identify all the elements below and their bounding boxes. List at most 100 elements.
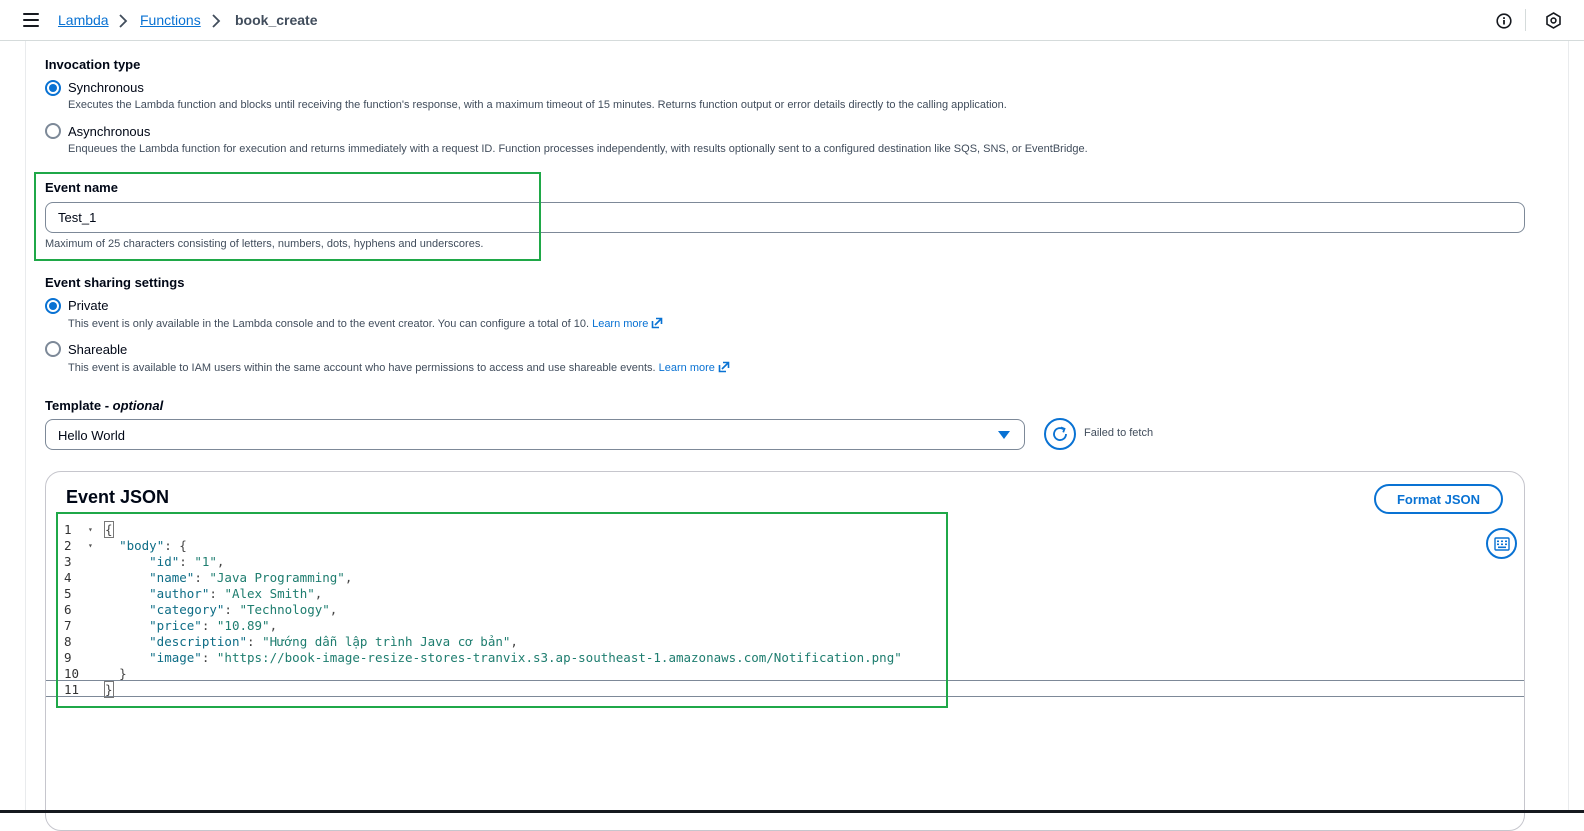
private-learn-more-link[interactable]: Learn more bbox=[592, 318, 648, 330]
code-text: { bbox=[104, 521, 114, 538]
code-line[interactable]: 10 } bbox=[46, 666, 1524, 682]
json-punctuation: , bbox=[329, 602, 338, 617]
refresh-icon bbox=[1053, 426, 1067, 441]
fold-toggle-icon[interactable]: ▾ bbox=[88, 522, 93, 538]
toolbar-divider bbox=[1525, 9, 1526, 31]
json-colon: : bbox=[201, 618, 217, 633]
json-punctuation: } bbox=[119, 666, 127, 681]
invocation-type-label: Invocation type bbox=[45, 57, 141, 72]
json-value: "10.89" bbox=[216, 618, 270, 633]
settings-icon[interactable] bbox=[1545, 12, 1562, 29]
matched-brace: } bbox=[104, 681, 114, 698]
json-punctuation: , bbox=[269, 618, 278, 633]
json-key: "name" bbox=[149, 570, 195, 585]
breadcrumb-functions[interactable]: Functions bbox=[140, 12, 201, 28]
fold-toggle-icon[interactable]: ▾ bbox=[88, 538, 93, 554]
shareable-radio[interactable] bbox=[45, 341, 61, 357]
code-line[interactable]: 11} bbox=[46, 681, 1524, 698]
panel-border bbox=[25, 41, 26, 813]
template-selected-value: Hello World bbox=[58, 428, 125, 443]
code-line[interactable]: 5 "author": "Alex Smith", bbox=[46, 586, 1524, 602]
json-value: "https://book-image-resize-stores-tranvi… bbox=[216, 650, 902, 665]
json-key: "body" bbox=[119, 538, 165, 553]
code-text: "author": "Alex Smith", bbox=[104, 586, 322, 602]
json-colon: : bbox=[194, 570, 210, 585]
caret-down-icon bbox=[998, 431, 1010, 439]
code-text: } bbox=[104, 666, 127, 682]
matched-brace: { bbox=[104, 521, 114, 538]
hamburger-menu-icon[interactable] bbox=[23, 13, 39, 27]
json-value: "Technology" bbox=[239, 602, 330, 617]
top-navigation-bar: Lambda Functions book_create bbox=[0, 0, 1584, 41]
json-key: "category" bbox=[149, 602, 225, 617]
private-label[interactable]: Private bbox=[68, 298, 108, 313]
line-number: 1 bbox=[64, 522, 72, 537]
json-punctuation: , bbox=[344, 570, 353, 585]
code-line[interactable]: 9 "image": "https://book-image-resize-st… bbox=[46, 650, 1524, 666]
asynchronous-label[interactable]: Asynchronous bbox=[68, 124, 150, 139]
json-colon: : bbox=[209, 586, 225, 601]
event-json-title: Event JSON bbox=[66, 487, 170, 507]
synchronous-radio[interactable] bbox=[45, 80, 61, 96]
code-line[interactable]: 3 "id": "1", bbox=[46, 554, 1524, 570]
json-code-editor[interactable]: 1 ▾{2 ▾ "body": {3 "id": "1", 4 "name": "Ja… bbox=[46, 520, 1524, 700]
template-optional-text: optional bbox=[112, 398, 164, 413]
json-key: "id" bbox=[149, 554, 180, 569]
code-line[interactable]: 8 "description": "Hướng dẫn lập trình Ja… bbox=[46, 634, 1524, 650]
asynchronous-radio[interactable] bbox=[45, 123, 61, 139]
shareable-description-text: This event is available to IAM users wit… bbox=[68, 362, 656, 374]
refresh-templates-button[interactable] bbox=[1044, 418, 1076, 450]
event-name-hint: Maximum of 25 characters consisting of l… bbox=[45, 238, 484, 250]
code-line[interactable]: 7 "price": "10.89", bbox=[46, 618, 1524, 634]
code-text: "description": "Hướng dẫn lập trình Java… bbox=[104, 634, 518, 650]
code-text: "body": { bbox=[104, 538, 187, 554]
shareable-learn-more-link[interactable]: Learn more bbox=[659, 362, 715, 374]
json-key: "price" bbox=[149, 618, 202, 633]
shareable-description: This event is available to IAM users wit… bbox=[68, 361, 730, 374]
template-label: Template - optional bbox=[45, 398, 163, 413]
code-line[interactable]: 1 ▾ { bbox=[46, 521, 1524, 538]
json-value: "1" bbox=[194, 554, 217, 569]
json-colon: : bbox=[201, 650, 217, 665]
json-key: "author" bbox=[149, 586, 210, 601]
breadcrumb-current-page: book_create bbox=[235, 12, 318, 28]
code-text: "image": "https://book-image-resize-stor… bbox=[104, 650, 902, 666]
code-line[interactable]: 2 ▾ "body": { bbox=[46, 538, 1524, 554]
template-fetch-status: Failed to fetch bbox=[1084, 427, 1154, 439]
json-value: "Java Programming" bbox=[209, 570, 345, 585]
code-line[interactable]: 4 "name": "Java Programming", bbox=[46, 570, 1524, 586]
event-name-input[interactable] bbox=[45, 202, 1525, 233]
template-label-text: Template - bbox=[45, 398, 113, 413]
json-value: "Hướng dẫn lập trình Java cơ bản" bbox=[262, 634, 511, 649]
code-text: "price": "10.89", bbox=[104, 618, 277, 634]
synchronous-label[interactable]: Synchronous bbox=[68, 80, 144, 95]
line-number: 6 bbox=[64, 602, 72, 617]
line-number: 4 bbox=[64, 570, 72, 585]
json-punctuation: , bbox=[314, 586, 323, 601]
chevron-right-icon bbox=[119, 14, 128, 28]
line-number: 7 bbox=[64, 618, 72, 633]
private-radio[interactable] bbox=[45, 298, 61, 314]
panel-border bbox=[1568, 41, 1569, 813]
shareable-label[interactable]: Shareable bbox=[68, 342, 127, 357]
external-link-icon[interactable] bbox=[718, 361, 730, 373]
json-key: "image" bbox=[149, 650, 202, 665]
code-text: } bbox=[104, 681, 114, 698]
json-key: "description" bbox=[149, 634, 247, 649]
external-link-icon[interactable] bbox=[651, 317, 663, 329]
info-icon[interactable] bbox=[1496, 13, 1512, 29]
template-select[interactable]: Hello World bbox=[45, 419, 1025, 450]
code-text: "name": "Java Programming", bbox=[104, 570, 352, 586]
breadcrumb-lambda[interactable]: Lambda bbox=[58, 12, 109, 28]
code-line[interactable]: 6 "category": "Technology", bbox=[46, 602, 1524, 618]
json-punctuation: : { bbox=[164, 538, 187, 553]
synchronous-description: Executes the Lambda function and blocks … bbox=[68, 99, 1007, 111]
chevron-right-icon bbox=[212, 14, 221, 28]
format-json-button[interactable]: Format JSON bbox=[1374, 484, 1503, 514]
line-number: 3 bbox=[64, 554, 72, 569]
